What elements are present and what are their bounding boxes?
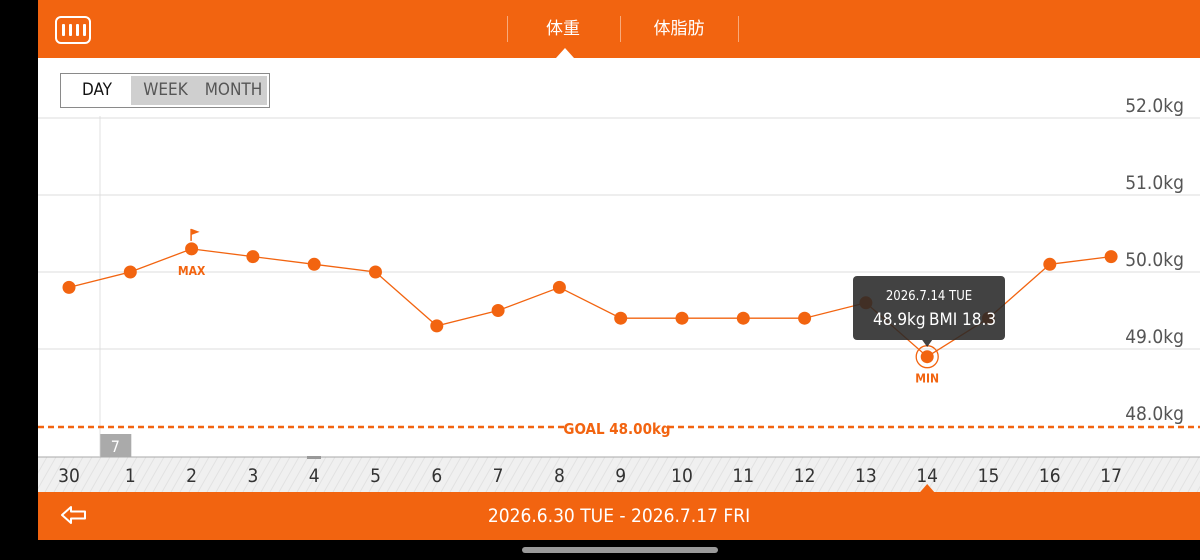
selected-tab-pointer bbox=[556, 48, 574, 58]
x-tick-label: 8 bbox=[554, 465, 565, 487]
x-tick-label: 16 bbox=[1039, 465, 1061, 487]
data-point bbox=[246, 250, 260, 264]
x-tick-label: 1 bbox=[125, 465, 136, 487]
footer-bar: 2026.6.30 TUE - 2026.7.17 FRI bbox=[38, 492, 1200, 540]
x-tick-label: 5 bbox=[370, 465, 381, 487]
y-tick-label: 50.0kg bbox=[1125, 249, 1184, 271]
tooltip-box bbox=[853, 276, 1005, 340]
x-tick-label: 12 bbox=[794, 465, 816, 487]
x-tick-label: 9 bbox=[615, 465, 626, 487]
x-tick-label: 6 bbox=[431, 465, 442, 487]
month-marker-label: 7 bbox=[111, 437, 120, 456]
data-point bbox=[552, 280, 566, 294]
y-tick-label: 48.0kg bbox=[1125, 403, 1184, 425]
x-tick-label: 14 bbox=[916, 465, 938, 487]
tooltip-weight: 48.9kg bbox=[873, 310, 926, 330]
data-point bbox=[1104, 250, 1118, 264]
x-tick-label: 11 bbox=[732, 465, 754, 487]
header-bar: 体重 体脂肪 bbox=[38, 0, 1200, 58]
x-tick-label: 30 bbox=[58, 465, 80, 487]
x-tick-label: 17 bbox=[1100, 465, 1122, 487]
data-point bbox=[185, 242, 199, 256]
x-tick-label: 10 bbox=[671, 465, 693, 487]
data-point bbox=[430, 319, 444, 333]
data-point bbox=[123, 265, 137, 279]
x-tick-label: 3 bbox=[247, 465, 258, 487]
x-tick-label: 4 bbox=[309, 465, 320, 487]
y-tick-label: 52.0kg bbox=[1125, 95, 1184, 117]
data-point bbox=[62, 280, 76, 294]
x-tick-label: 13 bbox=[855, 465, 877, 487]
data-point bbox=[920, 350, 934, 364]
date-range-title: 2026.6.30 TUE - 2026.7.17 FRI bbox=[487, 505, 751, 527]
data-point bbox=[675, 311, 689, 325]
weight-app: 体重 体脂肪 DAY WEEK MONTH 52.0kg 51.0kg 50.0kg… bbox=[38, 0, 1200, 540]
data-point bbox=[491, 304, 505, 317]
max-label: MAX bbox=[178, 264, 206, 278]
data-point bbox=[369, 265, 382, 279]
y-tick-label: 49.0kg bbox=[1125, 326, 1184, 348]
scale-ruler-icon[interactable] bbox=[55, 16, 91, 44]
weight-chart[interactable]: 52.0kg 51.0kg 50.0kg 49.0kg 48.0kg GOAL 48.0… bbox=[38, 58, 1200, 492]
home-indicator[interactable] bbox=[522, 547, 718, 553]
x-tick-label: 15 bbox=[978, 465, 1000, 487]
y-tick-label: 51.0kg bbox=[1125, 172, 1184, 194]
scroll-indicator bbox=[307, 456, 321, 459]
data-point bbox=[736, 311, 750, 325]
tooltip-date: 2026.7.14 TUE bbox=[886, 289, 972, 304]
tab-divider bbox=[738, 16, 739, 42]
tooltip-bmi: BMI 18.3 bbox=[929, 310, 996, 330]
data-point bbox=[614, 311, 628, 325]
flag-icon bbox=[191, 228, 200, 235]
data-point bbox=[307, 257, 321, 271]
data-point bbox=[1043, 257, 1057, 271]
goal-label: GOAL 48.00kg bbox=[563, 420, 670, 438]
tab-body-fat[interactable]: 体脂肪 bbox=[620, 0, 738, 58]
x-tick-label: 7 bbox=[493, 465, 504, 487]
x-tick-label: 2 bbox=[186, 465, 197, 487]
data-point bbox=[798, 311, 812, 325]
min-label: MIN bbox=[915, 372, 939, 386]
